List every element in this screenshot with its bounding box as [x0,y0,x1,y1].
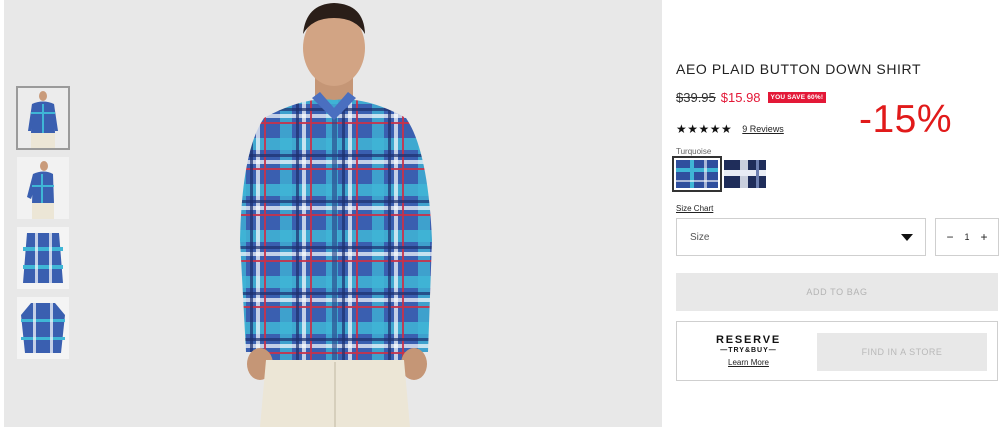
size-chart-link[interactable]: Size Chart [676,204,713,213]
decrease-quantity-button[interactable]: − [944,231,956,243]
color-label: Turquoise [676,147,712,156]
thumbnail-folded-view[interactable] [17,227,69,289]
caret-down-icon [901,234,913,241]
thumbnail-flat-lay-view[interactable] [17,297,69,359]
product-title: AEO PLAID BUTTON DOWN SHIRT [676,61,922,77]
thumbnail-strip [16,86,70,367]
learn-more-link[interactable]: Learn More [711,358,786,367]
color-swatches [672,156,772,192]
product-details: AEO PLAID BUTTON DOWN SHIRT $39.95 $15.9… [672,0,1002,427]
find-in-store-button[interactable]: FIND IN A STORE [817,333,987,371]
thumbnail-front-view[interactable] [16,86,70,150]
size-select[interactable]: Size [676,218,926,256]
reserve-try-buy-logo: RESERVE —TRY&BUY— Learn More [711,334,786,367]
product-gallery [4,0,662,427]
reserve-try-buy-panel: RESERVE —TRY&BUY— Learn More FIND IN A S… [676,321,998,381]
swatch-turquoise[interactable] [672,156,722,192]
increase-quantity-button[interactable]: + [978,231,990,243]
savings-badge: YOU SAVE 60%! [767,92,827,103]
sale-price: $15.98 [720,90,761,105]
star-rating-icon: ★★★★★ [676,122,733,136]
price-row: $39.95 $15.98 YOU SAVE 60%! [676,90,827,105]
size-select-label: Size [690,232,710,243]
add-to-bag-button[interactable]: ADD TO BAG [676,273,998,311]
reserve-logo-line1: RESERVE [716,334,781,346]
discount-overlay: -15% [859,98,953,141]
thumbnail-three-quarter-view[interactable] [17,157,69,219]
quantity-stepper: − 1 + [935,218,999,256]
reserve-logo-line2: —TRY&BUY— [720,347,777,354]
quantity-value: 1 [964,232,970,242]
reviews-link[interactable]: 9 Reviews [742,124,784,134]
swatch-navy-white[interactable] [724,160,766,188]
rating-row: ★★★★★ 9 Reviews [676,122,784,136]
main-product-image[interactable] [4,0,662,427]
original-price: $39.95 [676,90,716,105]
